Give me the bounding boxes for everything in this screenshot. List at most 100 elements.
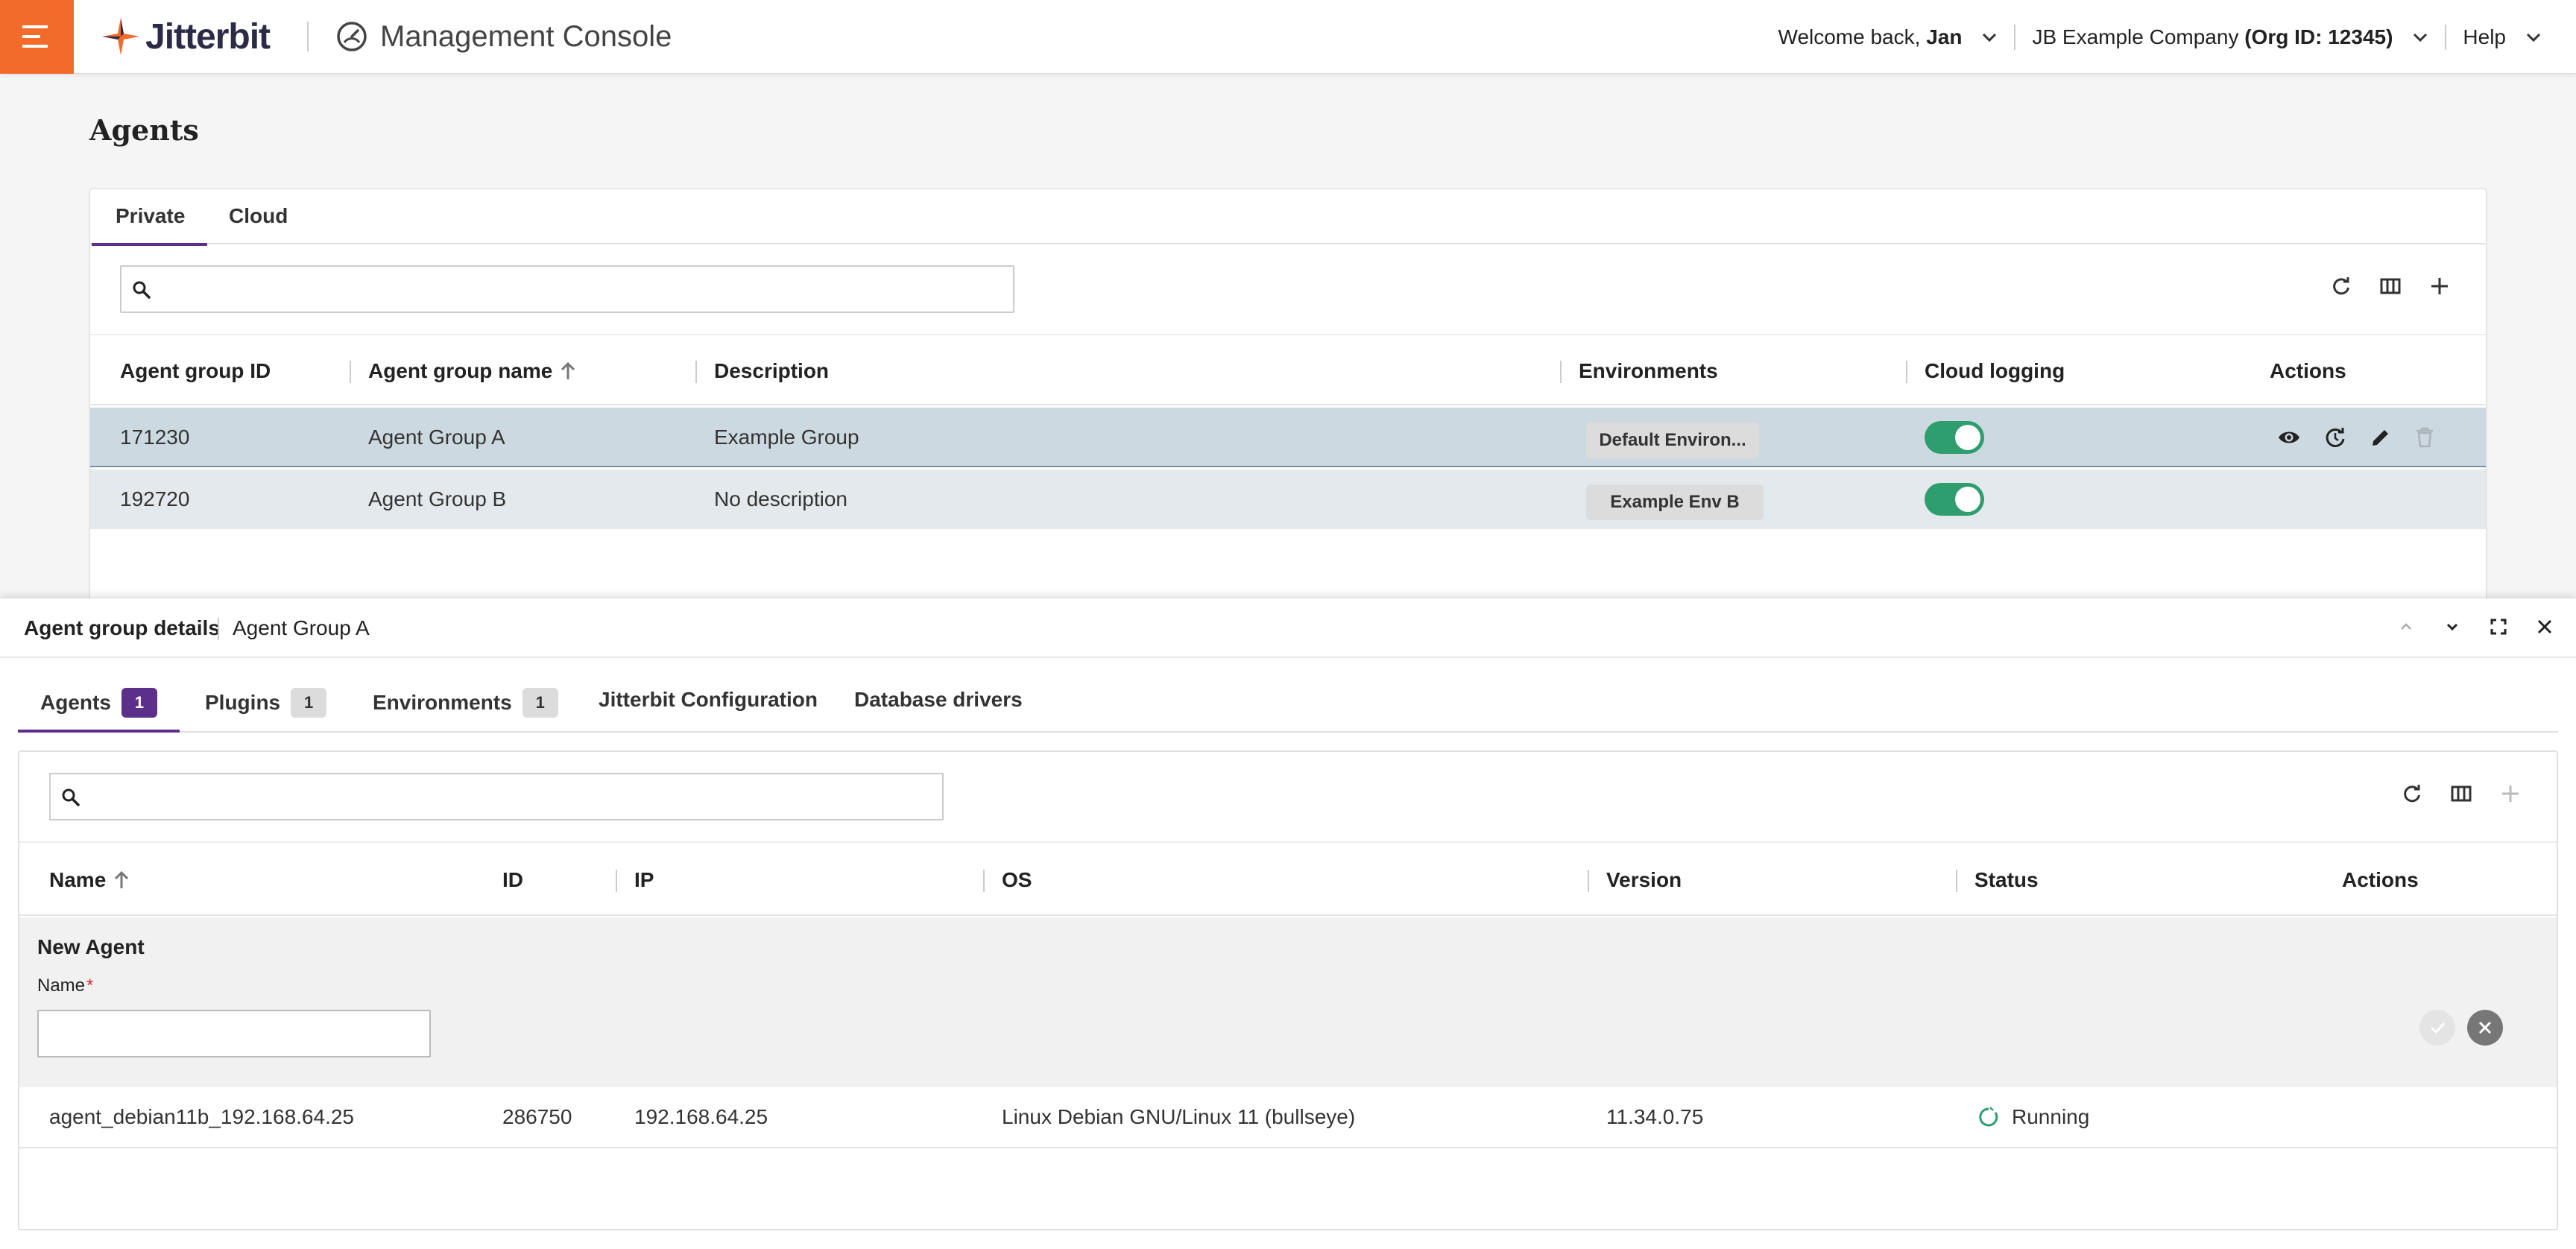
new-agent-name-input[interactable] (37, 1010, 431, 1057)
table-row[interactable]: 192720 Agent Group B No description Exam… (90, 469, 2486, 529)
agent-groups-table-header: Agent group ID Agent group name Descript… (90, 334, 2486, 405)
cancel-button[interactable] (2467, 1010, 2503, 1046)
chevron-up-icon[interactable] (2397, 618, 2415, 636)
tab-environments[interactable]: Environments 1 (373, 688, 558, 718)
divider (307, 22, 309, 51)
panel-title: Agent group details (24, 616, 220, 639)
row-actions (2277, 426, 2435, 449)
tab-label: Environments (373, 691, 512, 714)
restart-icon[interactable] (2323, 426, 2347, 449)
environment-chip[interactable]: Example Env B (1586, 484, 1764, 520)
tab-jitterbit-configuration[interactable]: Jitterbit Configuration (599, 688, 818, 712)
col-actions: Actions (2342, 868, 2419, 891)
app-title: Management Console (335, 20, 672, 54)
name-label-text: Name (37, 976, 86, 996)
tab-cloud[interactable]: Cloud (229, 204, 288, 228)
add-icon[interactable] (2500, 783, 2521, 804)
cloud-logging-toggle[interactable] (1925, 483, 1984, 516)
columns-icon[interactable] (2380, 276, 2401, 297)
divider (2445, 24, 2447, 50)
top-bar: Jitterbit Management Console Welcome bac… (0, 0, 2576, 74)
col-id[interactable]: ID (502, 868, 523, 892)
company-name: JB Example Company (2032, 25, 2239, 48)
help-menu[interactable]: Help (2463, 25, 2542, 49)
count-badge: 1 (291, 688, 327, 718)
delete-icon[interactable] (2414, 426, 2435, 449)
col-agent-group-id[interactable]: Agent group ID (120, 359, 271, 383)
agents-search-input[interactable] (49, 773, 944, 820)
column-divider[interactable] (1560, 361, 1562, 383)
app-title-text: Management Console (380, 19, 672, 53)
view-icon[interactable] (2277, 426, 2301, 449)
column-divider[interactable] (616, 870, 617, 892)
details-tabs: Agents 1 Plugins 1 Environments 1 Jitter… (18, 670, 2558, 733)
menu-button[interactable] (0, 0, 74, 74)
agent-type-tabs: Private Cloud (90, 189, 2486, 246)
status-text: Running (2012, 1105, 2090, 1128)
agent-version: 11.34.0.75 (1606, 1105, 1704, 1128)
column-divider[interactable] (1956, 870, 1957, 892)
col-name[interactable]: Name (49, 868, 130, 892)
col-actions: Actions (2270, 359, 2346, 382)
agent-os: Linux Debian GNU/Linux 11 (bullseye) (1002, 1105, 1356, 1128)
environment-chip[interactable]: Default Environ... (1586, 423, 1759, 458)
add-icon[interactable] (2429, 276, 2450, 297)
welcome-text: Welcome back, (1778, 25, 1921, 48)
col-agent-group-name[interactable]: Agent group name (368, 359, 576, 383)
col-status[interactable]: Status (1974, 868, 2039, 892)
agent-group-id: 171230 (120, 426, 190, 449)
agent-group-description: No description (714, 487, 847, 510)
user-name: Jan (1926, 25, 1963, 48)
col-label: Agent group name (368, 359, 553, 382)
table-row[interactable]: agent_debian11b_192.168.64.25 286750 192… (19, 1087, 2557, 1148)
tab-private[interactable]: Private (91, 204, 208, 246)
user-menu[interactable]: Welcome back, Jan (1778, 25, 1998, 49)
agent-group-id: 192720 (120, 487, 190, 510)
brand-logo[interactable]: Jitterbit (101, 0, 271, 74)
chevron-down-icon (1983, 33, 1997, 42)
agent-group-details-panel: Agent group details Agent Group A Agents… (0, 598, 2576, 1249)
col-environments[interactable]: Environments (1579, 359, 1718, 383)
column-divider[interactable] (350, 361, 351, 383)
agent-group-description: Example Group (714, 426, 859, 449)
page-title: Agents (89, 113, 199, 147)
gauge-icon (337, 22, 367, 51)
col-ip[interactable]: IP (634, 868, 654, 892)
column-divider[interactable] (1588, 870, 1589, 892)
search-icon (62, 788, 80, 806)
jitterbit-logo-icon (102, 18, 139, 55)
agents-table-card: Name ID IP OS Version Status Actions New… (18, 750, 2558, 1230)
agent-groups-search-input[interactable] (120, 265, 1014, 313)
required-mark: * (86, 976, 94, 996)
col-description[interactable]: Description (714, 359, 829, 383)
table-row[interactable]: 171230 Agent Group A Example Group Defau… (90, 408, 2486, 467)
col-cloud-logging[interactable]: Cloud logging (1925, 359, 2065, 383)
count-badge: 1 (121, 688, 157, 718)
close-icon[interactable] (2536, 618, 2554, 636)
fullscreen-icon[interactable] (2490, 618, 2507, 636)
col-version[interactable]: Version (1606, 868, 1682, 892)
tab-plugins[interactable]: Plugins 1 (205, 688, 327, 718)
org-id: (Org ID: 12345) (2244, 25, 2393, 48)
panel-controls (2397, 618, 2554, 636)
refresh-icon[interactable] (2331, 276, 2352, 297)
cloud-logging-toggle[interactable] (1925, 421, 1984, 454)
running-icon (1979, 1107, 1998, 1127)
col-os[interactable]: OS (1002, 868, 1032, 892)
column-divider[interactable] (983, 870, 985, 892)
columns-icon[interactable] (2451, 783, 2472, 804)
column-divider[interactable] (695, 361, 697, 383)
column-divider[interactable] (1906, 361, 1907, 383)
agent-name: agent_debian11b_192.168.64.25 (49, 1105, 354, 1128)
agent-status: Running (1977, 1105, 2089, 1129)
org-menu[interactable]: JB Example Company (Org ID: 12345) (2032, 25, 2428, 49)
refresh-icon[interactable] (2402, 783, 2422, 804)
tab-database-drivers[interactable]: Database drivers (854, 688, 1023, 712)
brand-name: Jitterbit (145, 16, 271, 57)
confirm-button[interactable] (2419, 1010, 2455, 1046)
tab-agents[interactable]: Agents 1 (18, 688, 180, 733)
tab-label: Plugins (205, 691, 281, 714)
edit-icon[interactable] (2370, 426, 2392, 449)
new-agent-form: New Agent Name* (19, 917, 2557, 1087)
chevron-down-icon[interactable] (2443, 618, 2461, 636)
